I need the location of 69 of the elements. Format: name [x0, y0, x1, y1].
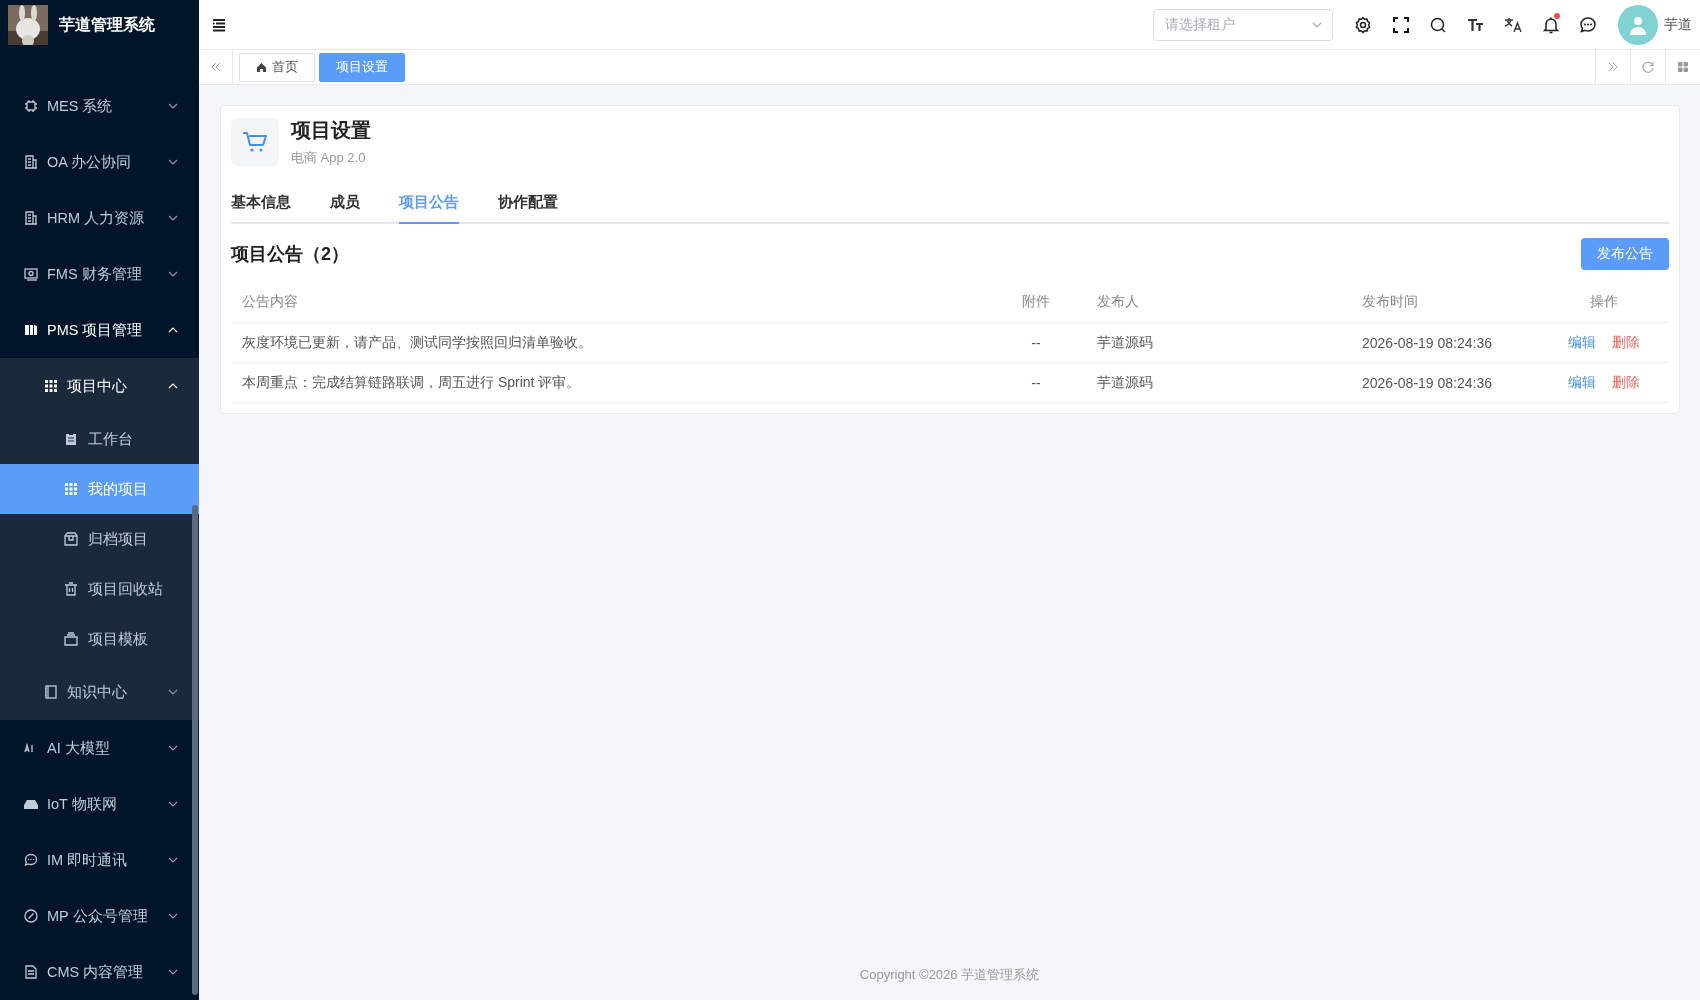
menu-item[interactable]: CMS 内容管理	[0, 944, 199, 1000]
double-chevron-left-icon	[209, 61, 222, 73]
menu-item[interactable]: AI 大模型	[0, 720, 199, 776]
table-cell: --	[986, 362, 1086, 403]
notebook-icon	[43, 684, 59, 700]
user-name[interactable]: 芋道	[1664, 15, 1692, 34]
tenant-select[interactable]: 请选择租户	[1152, 8, 1333, 41]
menu-item[interactable]: 工作台	[0, 414, 199, 464]
table-cell: 芋道源码	[1086, 322, 1351, 363]
menu-item[interactable]: PMS 项目管理	[0, 302, 199, 358]
book-icon	[23, 322, 39, 338]
home-icon	[256, 61, 267, 73]
translate-icon[interactable]	[1504, 15, 1523, 34]
menu-icon[interactable]	[211, 16, 227, 33]
table-cell: 2026-08-19 08:24:36	[1351, 322, 1539, 363]
settings-icon[interactable]	[1354, 15, 1373, 34]
copyright-text: Copyright ©2026 芋道管理系统	[859, 966, 1040, 984]
document-icon	[23, 964, 39, 980]
menu-item[interactable]: HRM 人力资源	[0, 190, 199, 246]
tab[interactable]: 成员	[330, 183, 360, 224]
chat-icon[interactable]	[1579, 15, 1598, 34]
menu-item[interactable]: 项目模板	[0, 614, 199, 664]
chip-icon	[23, 98, 39, 114]
page-title: 项目设置	[291, 118, 371, 143]
building-icon	[23, 210, 39, 226]
menu-item[interactable]: IoT 物联网	[0, 776, 199, 832]
fullscreen-icon[interactable]	[1391, 15, 1410, 34]
menu-item[interactable]: FMS 财务管理	[0, 246, 199, 302]
menu-item[interactable]: MP 公众号管理	[0, 888, 199, 944]
table-cell: --	[986, 322, 1086, 363]
page-tab[interactable]: 首页	[239, 52, 315, 82]
tab[interactable]: 基本信息	[231, 183, 291, 224]
double-chevron-right-icon	[1607, 61, 1619, 73]
menu-item[interactable]: 归档项目	[0, 514, 199, 564]
refresh-icon	[1642, 61, 1654, 73]
package-icon	[63, 531, 79, 547]
column-header: 附件	[986, 282, 1086, 323]
search-icon[interactable]	[1429, 15, 1448, 34]
column-header: 公告内容	[231, 282, 986, 323]
compass-icon	[23, 908, 39, 924]
trash-icon	[63, 581, 79, 597]
table-cell: 芋道源码	[1086, 362, 1351, 403]
grid-icon	[63, 481, 79, 497]
menu-item[interactable]: IM 即时通讯	[0, 832, 199, 888]
menu-item[interactable]: MES 系统	[0, 78, 199, 134]
column-header: 发布人	[1086, 282, 1351, 323]
menu-item[interactable]: 项目回收站	[0, 564, 199, 614]
column-header: 操作	[1539, 282, 1669, 323]
tray-icon	[63, 631, 79, 647]
menu-item[interactable]: OA 办公协同	[0, 134, 199, 190]
building-icon	[23, 154, 39, 170]
project-subtitle: 电商 App 2.0	[291, 149, 367, 167]
delete-link[interactable]: 删除	[1612, 333, 1640, 352]
column-header: 发布时间	[1351, 282, 1539, 323]
scrollbar-thumb[interactable]	[192, 505, 198, 995]
grid-icon	[43, 378, 59, 394]
tab[interactable]: 协作配置	[498, 183, 558, 224]
app-title: 芋道管理系统	[59, 14, 155, 35]
bell-icon[interactable]	[1541, 15, 1560, 34]
menu-item[interactable]: 项目中心	[0, 358, 199, 414]
table-cell: 本周重点：完成结算链路联调，周五进行 Sprint 评审。	[231, 362, 986, 403]
delete-link[interactable]: 删除	[1612, 373, 1640, 392]
section-title: 项目公告（2）	[231, 243, 349, 266]
menu-item[interactable]: 知识中心	[0, 664, 199, 720]
table-cell: 灰度环境已更新，请产品、测试同学按照回归清单验收。	[231, 322, 986, 363]
clipboard-icon	[63, 431, 79, 447]
grid-icon	[1677, 61, 1689, 73]
table-cell: 2026-08-19 08:24:36	[1351, 362, 1539, 403]
chat-icon	[23, 852, 39, 868]
